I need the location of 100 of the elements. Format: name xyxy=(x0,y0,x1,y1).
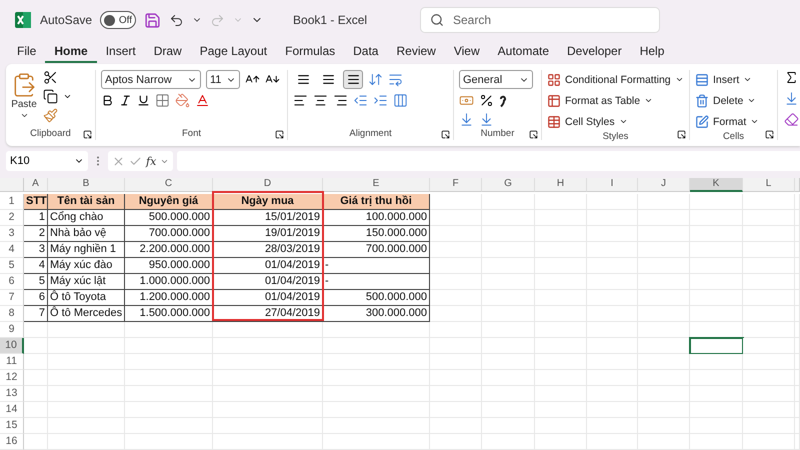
row-header[interactable]: 11 xyxy=(0,354,24,370)
row-header[interactable]: 1 xyxy=(0,194,24,210)
orientation-icon[interactable] xyxy=(368,72,383,87)
underline-icon[interactable] xyxy=(137,94,150,107)
table-cell: Máy xúc lật xyxy=(48,274,125,290)
dialog-launcher-icon[interactable] xyxy=(677,130,686,139)
styles-button[interactable]: Format as Table xyxy=(547,91,654,110)
cut-icon[interactable] xyxy=(43,70,58,85)
ribbon-tab[interactable]: View xyxy=(444,41,489,63)
group-label: Clipboard xyxy=(30,128,71,140)
column-header[interactable]: K xyxy=(690,178,743,192)
wrap-text-icon[interactable] xyxy=(388,72,403,87)
row-header[interactable]: 8 xyxy=(0,306,24,322)
row-header[interactable]: 13 xyxy=(0,386,24,402)
row-header[interactable]: 6 xyxy=(0,274,24,290)
bold-icon[interactable] xyxy=(101,94,114,107)
fill-icon[interactable] xyxy=(784,91,799,106)
increase-decimal-icon[interactable] xyxy=(459,112,474,127)
caret-icon[interactable] xyxy=(20,111,28,120)
column-header[interactable]: B xyxy=(48,178,125,192)
merge-icon[interactable] xyxy=(393,93,408,108)
styles-button[interactable]: Cell Styles xyxy=(547,112,628,131)
column-header[interactable]: G xyxy=(482,178,535,192)
align-icon xyxy=(346,73,360,86)
cells-button[interactable]: Format xyxy=(695,112,760,131)
table-cell: 300.000.000 xyxy=(323,306,430,322)
name-box[interactable]: K10 xyxy=(6,151,88,171)
cells-button[interactable]: Delete xyxy=(695,91,756,110)
dialog-launcher-icon[interactable] xyxy=(83,130,92,139)
row-header[interactable]: 5 xyxy=(0,258,24,274)
row-header[interactable]: 2 xyxy=(0,210,24,226)
column-header[interactable]: D xyxy=(213,178,323,192)
search-field[interactable]: Search xyxy=(420,7,660,33)
increase-indent-icon[interactable] xyxy=(373,93,388,108)
eraser-icon[interactable] xyxy=(784,112,799,127)
font-name-field[interactable]: Aptos Narrow xyxy=(101,70,201,89)
caret-icon[interactable] xyxy=(63,92,72,101)
align-right-icon[interactable] xyxy=(333,93,348,108)
align-left-icon[interactable] xyxy=(293,93,308,108)
copy-icon[interactable] xyxy=(43,89,58,104)
ribbon-tab[interactable]: Draw xyxy=(144,41,191,63)
borders-icon[interactable] xyxy=(155,93,170,108)
ribbon-tab[interactable]: Data xyxy=(344,41,388,63)
caret-icon[interactable] xyxy=(674,75,684,84)
percent-icon[interactable] xyxy=(479,93,494,108)
table-cell: Ô tô Toyota xyxy=(48,290,125,306)
autosave-toggle[interactable]: Off xyxy=(100,11,136,29)
paste-button[interactable]: Paste xyxy=(11,70,37,128)
row-header[interactable]: 12 xyxy=(0,370,24,386)
styles-button[interactable]: Conditional Formatting xyxy=(547,70,684,89)
row-header[interactable]: 16 xyxy=(0,434,24,450)
vertical-align-button[interactable] xyxy=(343,70,363,89)
ribbon-tab[interactable]: Insert xyxy=(96,41,145,63)
cells-button[interactable]: Insert xyxy=(695,70,752,89)
font-size-field[interactable]: 11 xyxy=(206,70,240,89)
ribbon-tab[interactable]: Help xyxy=(630,41,674,63)
table-cell: Ô tô Mercedes xyxy=(48,306,125,322)
column-header[interactable]: C xyxy=(125,178,213,192)
save-icon[interactable] xyxy=(144,12,162,28)
caret-icon[interactable] xyxy=(750,117,760,126)
align-center-icon[interactable] xyxy=(313,93,328,108)
row-header[interactable]: 4 xyxy=(0,242,24,258)
column-header[interactable]: I xyxy=(587,178,638,192)
comma-style-icon[interactable] xyxy=(499,94,507,108)
group-label: Number xyxy=(480,128,514,140)
column-header[interactable]: H xyxy=(535,178,587,192)
ribbon-tab[interactable]: Developer xyxy=(558,41,631,63)
dialog-launcher-icon[interactable] xyxy=(529,130,538,139)
dialog-launcher-icon[interactable] xyxy=(441,130,450,139)
ribbon-tab[interactable]: Page Layout xyxy=(190,41,276,63)
caret-icon[interactable] xyxy=(618,117,628,126)
row-header[interactable]: 7 xyxy=(0,290,24,306)
ribbon-tab[interactable]: Formulas xyxy=(276,41,344,63)
column-header[interactable]: A xyxy=(24,178,48,192)
insert-function-button[interactable]: fx xyxy=(146,154,156,168)
caret-icon[interactable] xyxy=(747,96,756,105)
ribbon-tab[interactable]: Review xyxy=(387,41,445,63)
row-header[interactable]: 10 xyxy=(0,338,24,354)
column-header[interactable]: F xyxy=(430,178,482,192)
undo-icon[interactable] xyxy=(169,12,184,28)
caret-icon[interactable] xyxy=(644,96,654,105)
decrease-indent-icon[interactable] xyxy=(353,93,368,108)
decrease-decimal-icon[interactable] xyxy=(479,112,494,127)
fill-color-icon[interactable] xyxy=(175,93,190,108)
row-header[interactable]: 14 xyxy=(0,402,24,418)
dialog-launcher-icon[interactable] xyxy=(765,130,774,139)
row-header[interactable]: 15 xyxy=(0,418,24,434)
number-format-field[interactable]: General xyxy=(459,70,533,89)
row-header[interactable]: 9 xyxy=(0,322,24,338)
column-header[interactable]: L xyxy=(743,178,795,192)
font-color-icon[interactable] xyxy=(195,93,210,108)
ribbon-tab[interactable]: File xyxy=(8,41,46,63)
italic-icon[interactable] xyxy=(119,94,132,107)
ribbon-tab[interactable]: Automate xyxy=(488,41,558,63)
column-header[interactable]: J xyxy=(638,178,690,192)
column-header[interactable]: E xyxy=(323,178,430,192)
dialog-launcher-icon[interactable] xyxy=(275,130,284,139)
table-cell: 15/01/2019 xyxy=(213,210,323,226)
caret-icon[interactable] xyxy=(743,75,752,84)
row-header[interactable]: 3 xyxy=(0,226,24,242)
